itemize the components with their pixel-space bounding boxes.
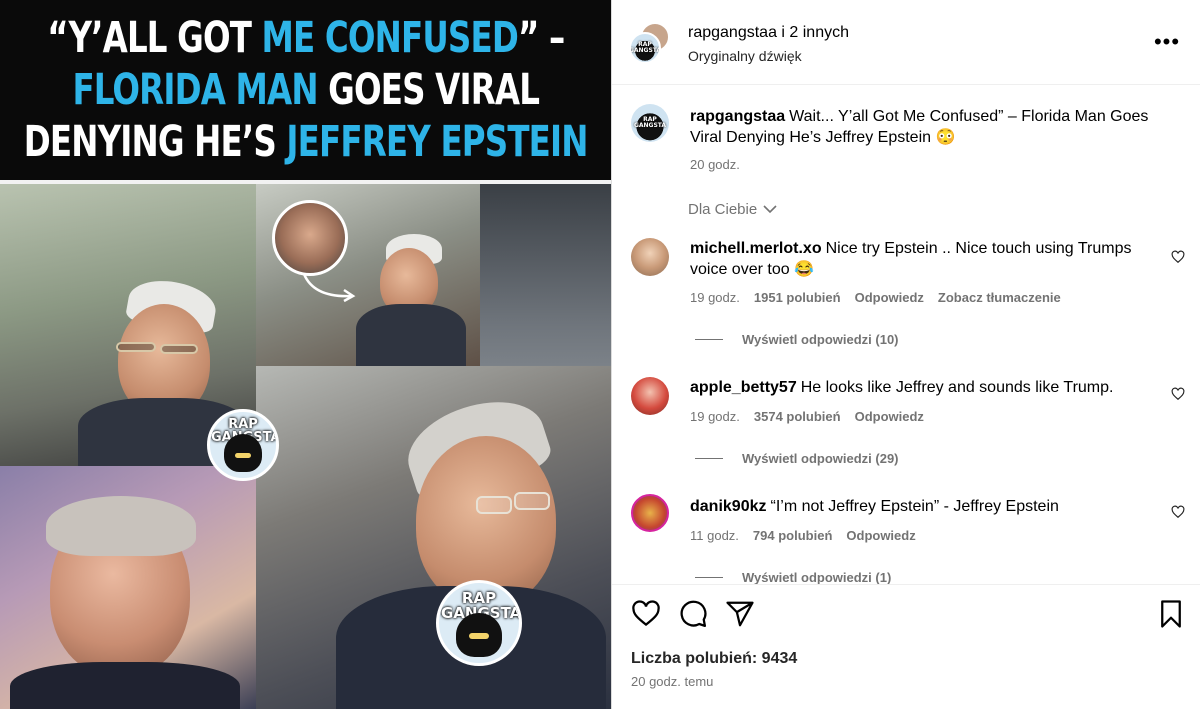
headline-segment: “Y’ALL GOT: [46, 13, 262, 63]
comment-likes[interactable]: 1951 polubień: [754, 290, 841, 305]
comment-icon[interactable]: [678, 599, 708, 629]
glasses-shape: [476, 496, 512, 514]
view-replies-button[interactable]: Wyświetl odpowiedzi (10): [695, 332, 899, 347]
caption-time[interactable]: 20 godz.: [690, 157, 740, 172]
view-replies-button[interactable]: Wyświetl odpowiedzi (29): [695, 451, 899, 466]
translate-button[interactable]: Zobacz tłumaczenie: [938, 290, 1061, 305]
post-side-panel: RAP GANGSTA rapgangstaa i 2 innych Orygi…: [611, 0, 1200, 709]
commenter-avatar[interactable]: [631, 377, 669, 415]
rap-gangsta-watermark: RAP GANGSTA: [436, 580, 522, 666]
comment-body: “I’m not Jeffrey Epstein” - Jeffrey Epst…: [770, 498, 1059, 515]
comment-time[interactable]: 11 godz.: [690, 528, 739, 543]
shirt-shape: [10, 662, 240, 709]
commenter-avatar[interactable]: [631, 238, 669, 276]
headline-line-1: “Y’ALL GOT ME CONFUSED” –: [46, 12, 565, 64]
post-header: RAP GANGSTA rapgangstaa i 2 innych Orygi…: [612, 0, 1200, 85]
post-actions: Liczba polubień: 9434 20 godz. temu: [612, 584, 1200, 709]
headline-line-2: FLORIDA MAN GOES VIRAL: [72, 64, 539, 116]
caption-username[interactable]: rapgangstaa: [690, 108, 785, 125]
avatar-logo-text: RAP GANGSTA: [633, 116, 667, 129]
avatar-logo-text: RAP GANGSTA: [629, 41, 661, 54]
comment-username[interactable]: danik90kz: [690, 498, 766, 515]
comment-body: He looks like Jeffrey and sounds like Tr…: [800, 379, 1114, 396]
headline-line-3: DENYING HE’S JEFFREY EPSTEIN: [23, 116, 589, 168]
photo-closeup-driving: [256, 366, 611, 709]
comment-text: michell.merlot.xo Nice try Epstein .. Nic…: [690, 238, 1160, 280]
audio-link[interactable]: Oryginalny dźwięk: [688, 48, 802, 64]
more-options-button[interactable]: •••: [1153, 29, 1181, 54]
headline-banner: “Y’ALL GOT ME CONFUSED” – FLORIDA MAN GO…: [0, 0, 611, 184]
divider-line: [695, 577, 723, 578]
rap-gangsta-logo: RAP GANGSTA: [207, 409, 279, 481]
author-avatar[interactable]: RAP GANGSTA: [629, 32, 661, 64]
post-timestamp[interactable]: 20 godz. temu: [631, 674, 713, 689]
comment-time[interactable]: 19 godz.: [690, 290, 740, 305]
view-replies-label: Wyświetl odpowiedzi (10): [742, 332, 899, 347]
heart-icon[interactable]: [1171, 387, 1185, 401]
headline-segment: DENYING HE’S: [23, 117, 287, 167]
author-names[interactable]: rapgangstaa i 2 innych: [688, 24, 849, 42]
photo-portrait: [0, 466, 256, 709]
comment-sort-dropdown[interactable]: Dla Ciebie: [688, 201, 777, 218]
comment-text: apple_betty57 He looks like Jeffrey and s…: [690, 377, 1160, 398]
glasses-shape: [514, 492, 550, 510]
divider-line: [695, 458, 723, 459]
headline-segment: JEFFREY EPSTEIN: [286, 117, 588, 167]
teeth-shape: [235, 453, 251, 458]
curved-arrow-icon: [302, 273, 356, 303]
comment-meta: 19 godz. 3574 polubień Odpowiedz: [690, 409, 924, 424]
reply-button[interactable]: Odpowiedz: [846, 528, 915, 543]
shirt-shape: [356, 304, 466, 366]
view-replies-button[interactable]: Wyświetl odpowiedzi (1): [695, 570, 891, 585]
sunglasses-shape: [116, 342, 156, 352]
headline-segment: ME CONFUSED: [261, 13, 518, 63]
heart-icon[interactable]: [631, 599, 661, 629]
sunglasses-shape: [160, 344, 198, 354]
headline-segment: FLORIDA MAN: [72, 65, 328, 115]
comment-username[interactable]: michell.merlot.xo: [690, 240, 822, 257]
caption-author-avatar[interactable]: RAP GANGSTA: [631, 104, 669, 142]
teeth-shape: [469, 633, 489, 639]
share-icon[interactable]: [725, 599, 755, 629]
caption-text: rapgangstaa Wait... Y’all Got Me Confused…: [690, 106, 1160, 148]
comment-text: danik90kz “I’m not Jeffrey Epstein” - Jef…: [690, 496, 1160, 517]
heart-icon[interactable]: [1171, 505, 1185, 519]
view-replies-label: Wyświetl odpowiedzi (29): [742, 451, 899, 466]
comment-likes[interactable]: 3574 polubień: [754, 409, 841, 424]
view-replies-label: Wyświetl odpowiedzi (1): [742, 570, 892, 585]
post-likes-count[interactable]: Liczba polubień: 9434: [631, 650, 797, 668]
more-horizontal-icon: •••: [1153, 29, 1181, 54]
reply-button[interactable]: Odpowiedz: [855, 290, 924, 305]
comment-meta: 11 godz. 794 polubień Odpowiedz: [690, 528, 916, 543]
headline-segment: ” –: [517, 13, 565, 63]
comment-time[interactable]: 19 godz.: [690, 409, 740, 424]
chevron-down-icon: [763, 205, 777, 214]
caption-meta: 20 godz.: [690, 157, 740, 172]
inset-face-circle: [272, 200, 348, 276]
heart-icon[interactable]: [1171, 250, 1185, 264]
comment-username[interactable]: apple_betty57: [690, 379, 797, 396]
sort-label: Dla Ciebie: [688, 201, 758, 218]
reply-button[interactable]: Odpowiedz: [855, 409, 924, 424]
comment-meta: 19 godz. 1951 polubień Odpowiedz Zobacz …: [690, 290, 1061, 305]
divider-line: [695, 339, 723, 340]
bookmark-icon[interactable]: [1156, 599, 1186, 629]
post-media[interactable]: “Y’ALL GOT ME CONFUSED” – FLORIDA MAN GO…: [0, 0, 611, 709]
hair-shape: [46, 496, 196, 556]
commenter-avatar-story[interactable]: [631, 494, 669, 532]
comment-likes[interactable]: 794 polubień: [753, 528, 832, 543]
headline-segment: GOES VIRAL: [327, 65, 540, 115]
